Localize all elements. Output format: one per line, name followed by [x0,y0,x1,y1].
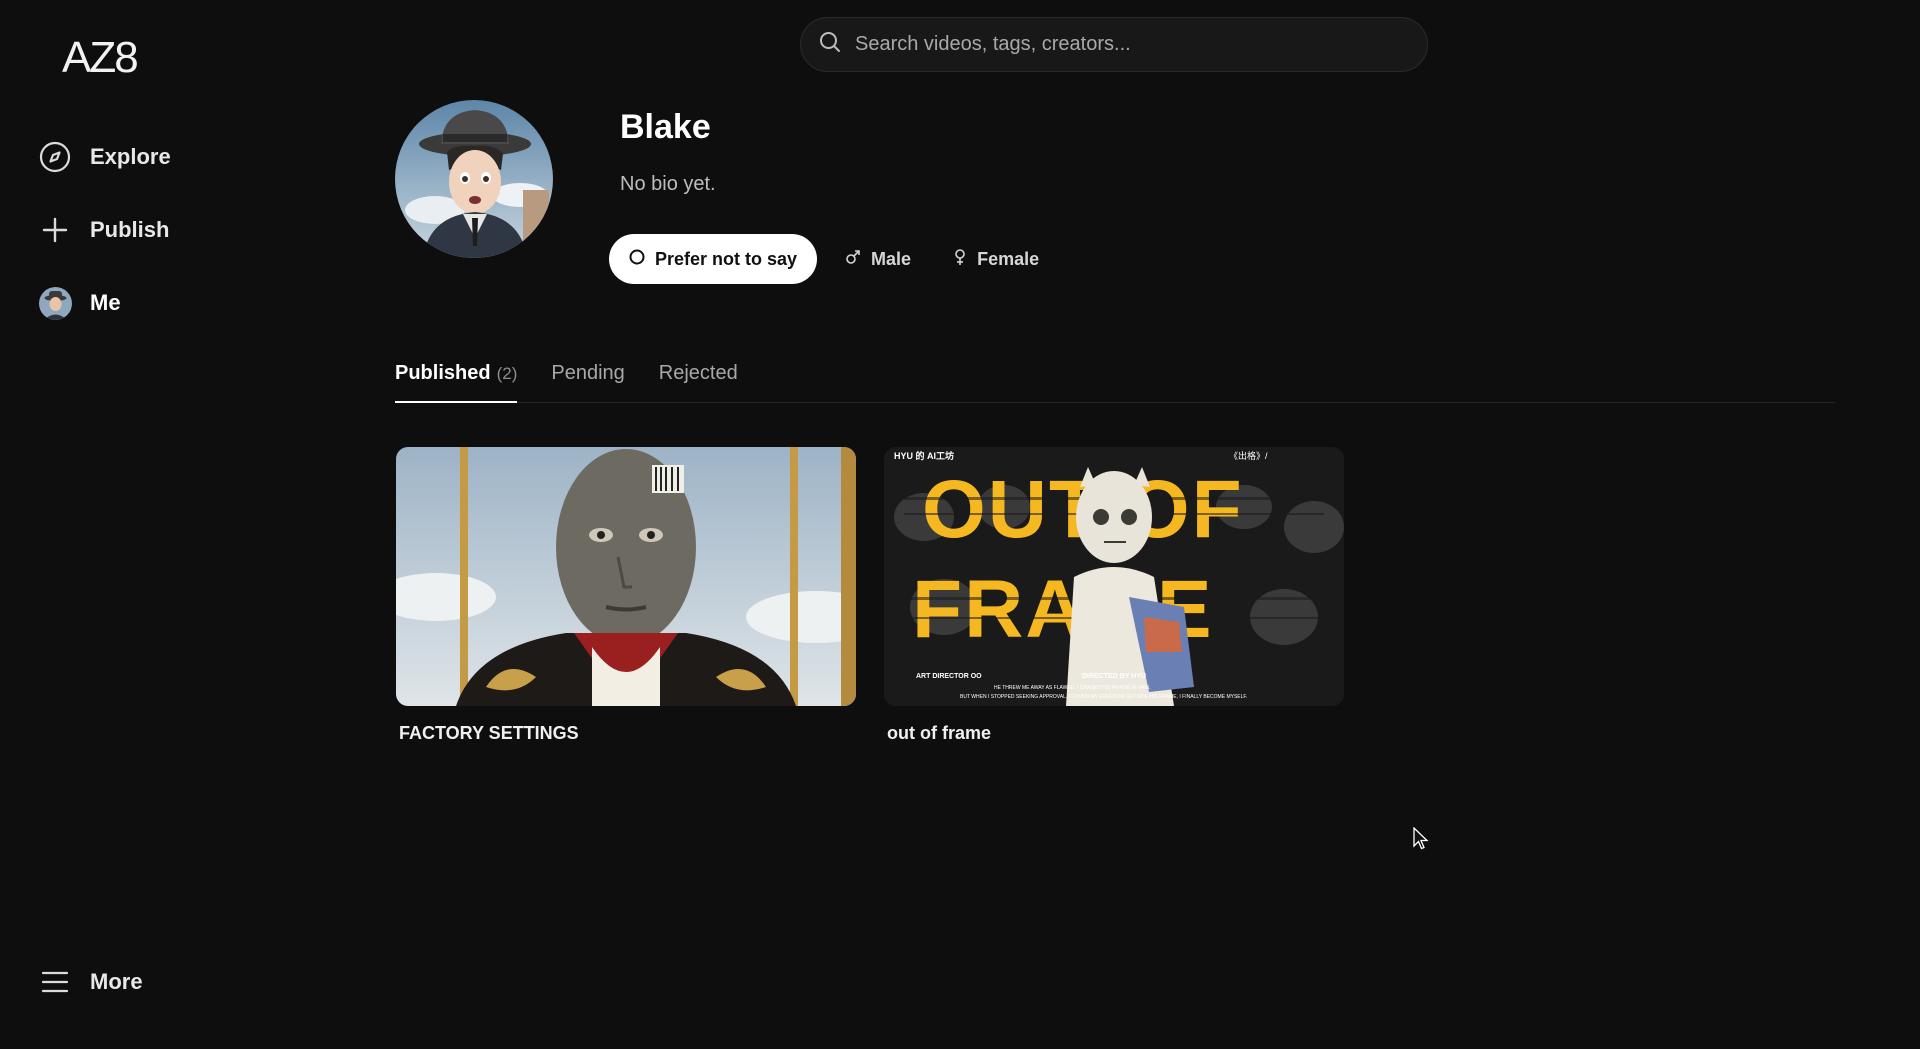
male-icon [845,249,861,270]
search-icon [819,31,841,58]
video-title: FACTORY SETTINGS [399,723,579,743]
gender-option-label: Male [871,248,912,269]
tab-pending[interactable]: Pending [551,350,624,402]
sidebar-item-explore[interactable]: Explore [38,135,171,179]
gender-option-female[interactable]: Female [939,234,1053,284]
profile-bio: No bio yet. [620,173,716,195]
sidebar-item-label: Explore [90,144,171,169]
avatar [38,286,72,320]
app-logo[interactable]: AZ8 [62,33,142,82]
profile-name: Blake [620,108,711,146]
tab-label: Pending [551,362,625,384]
tab-label: Rejected [658,362,738,384]
compass-icon [38,140,72,174]
gender-selector: Prefer not to say Male Female [609,234,1053,284]
logo-mark: AZ8 [62,33,139,82]
sidebar: AZ8 Explore Publish Me More [0,0,330,1049]
gender-option-male[interactable]: Male [831,234,925,284]
female-icon [953,248,967,271]
plus-icon [38,213,72,247]
sidebar-item-me[interactable]: Me [38,281,121,325]
search-bar [800,17,1428,72]
svg-text:BUT WHEN I STOPPED SEEKING APP: BUT WHEN I STOPPED SEEKING APPROVAL, I F… [960,694,1247,700]
video-card-factory-settings[interactable]: FACTORY SETTINGS [396,447,856,744]
gender-option-prefer-not-to-say[interactable]: Prefer not to say [609,234,818,284]
sidebar-item-label: More [90,969,143,994]
tab-count: (2) [496,364,518,383]
svg-text:AZ8: AZ8 [62,34,137,80]
tab-rejected[interactable]: Rejected [659,350,738,402]
svg-text:《出格》/: 《出格》/ [1229,450,1268,461]
search-input[interactable] [853,32,1427,57]
svg-text:ART DIRECTOR OO: ART DIRECTOR OO [916,673,982,680]
gender-option-label: Prefer not to say [655,248,798,269]
sidebar-item-label: Me [90,290,121,315]
sidebar-item-label: Publish [90,217,170,242]
video-thumbnail[interactable] [396,447,856,706]
mouse-cursor-icon [1413,826,1429,856]
gender-option-label: Female [977,248,1040,269]
profile-avatar[interactable] [395,100,553,258]
svg-text:DIRECTED BY HYU: DIRECTED BY HYU [1082,673,1146,680]
app-root: AZ8 Explore Publish Me More Search video… [0,0,1920,1049]
circle-icon [629,249,645,270]
video-card-out-of-frame[interactable]: HYU 的 AI工坊 《出格》/ OUT OF FRAME ART DIRECT… [884,447,1344,744]
svg-text:HYU 的 AI工坊: HYU 的 AI工坊 [894,450,954,461]
svg-text:HE THREW ME AWAY AS FLAWED, I: HE THREW ME AWAY AS FLAWED, I CHASED HIS… [994,685,1151,691]
video-thumbnail[interactable]: HYU 的 AI工坊 《出格》/ OUT OF FRAME ART DIRECT… [884,447,1344,706]
profile-tabs: Published (2) Pending Rejected [395,350,1835,403]
tab-published[interactable]: Published (2) [395,350,518,403]
video-title: out of frame [887,723,992,743]
sidebar-item-more[interactable]: More [38,960,143,1004]
tab-label: Published [395,362,491,384]
menu-icon [38,965,72,999]
sidebar-item-publish[interactable]: Publish [38,208,169,252]
